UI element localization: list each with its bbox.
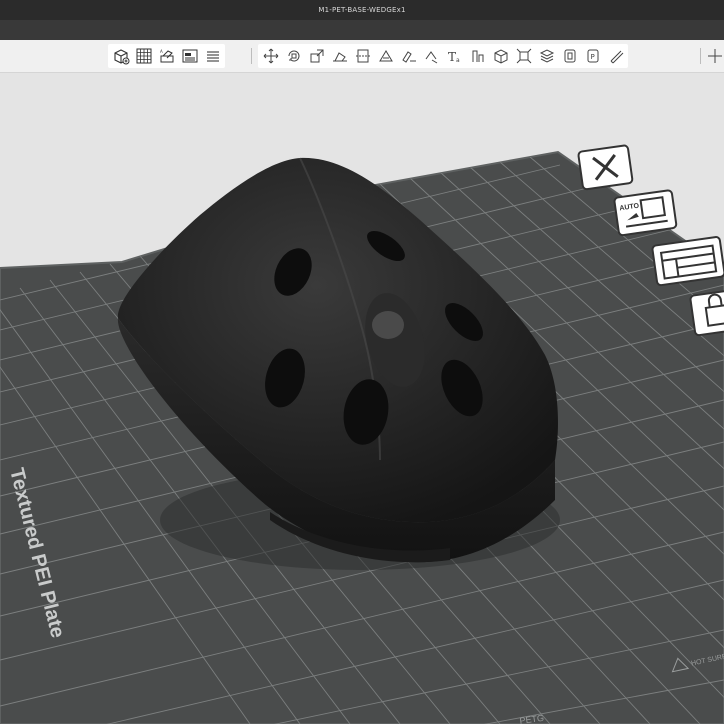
window-title: M1-PET-BASE-WEDGEx1 xyxy=(318,6,406,14)
cut-icon[interactable] xyxy=(352,44,373,68)
close-plate-icon[interactable] xyxy=(577,144,634,191)
svg-text:T: T xyxy=(448,50,456,64)
lock-plate-icon[interactable] xyxy=(689,287,724,337)
3d-viewport[interactable]: Textured PEI Plate PETG HOT SURFACE AUTO xyxy=(0,73,724,724)
main-toolbar: A Ta P xyxy=(0,40,724,73)
arrange-grid-icon[interactable] xyxy=(133,44,154,68)
lay-on-face-icon[interactable] xyxy=(329,44,350,68)
svg-text:a: a xyxy=(456,57,460,64)
plate-layout-icon[interactable] xyxy=(179,44,200,68)
support-paint-icon[interactable] xyxy=(398,44,419,68)
svg-text:P: P xyxy=(590,53,594,61)
brim-ears-icon[interactable] xyxy=(605,44,626,68)
plate-settings-icon[interactable] xyxy=(651,236,724,287)
seam-paint-icon[interactable] xyxy=(421,44,442,68)
menu-bar xyxy=(0,20,724,41)
measure-icon[interactable] xyxy=(467,44,488,68)
toolbar-separator xyxy=(251,48,252,64)
mesh-boolean-icon[interactable] xyxy=(375,44,396,68)
auto-arrange-plate-icon[interactable]: AUTO xyxy=(613,189,678,237)
emboss-icon[interactable]: P xyxy=(582,44,603,68)
add-object-icon[interactable] xyxy=(110,44,131,68)
toolbar-right-group: Ta P xyxy=(258,44,628,68)
window-titlebar: M1-PET-BASE-WEDGEx1 xyxy=(0,0,724,20)
variable-height-icon[interactable] xyxy=(490,44,511,68)
toolbar-left-group: A xyxy=(108,44,225,68)
move-icon[interactable] xyxy=(260,44,281,68)
text-icon[interactable]: Ta xyxy=(444,44,465,68)
scale-icon[interactable] xyxy=(306,44,327,68)
assembly-icon[interactable] xyxy=(559,44,580,68)
split-to-parts-icon[interactable] xyxy=(536,44,557,68)
svg-text:A: A xyxy=(160,49,163,54)
layers-icon[interactable] xyxy=(202,44,223,68)
explode-icon[interactable] xyxy=(704,44,724,68)
rotate-icon[interactable] xyxy=(283,44,304,68)
toolbar-separator xyxy=(700,48,701,64)
split-to-objects-icon[interactable] xyxy=(513,44,534,68)
auto-orient-icon[interactable]: A xyxy=(156,44,177,68)
